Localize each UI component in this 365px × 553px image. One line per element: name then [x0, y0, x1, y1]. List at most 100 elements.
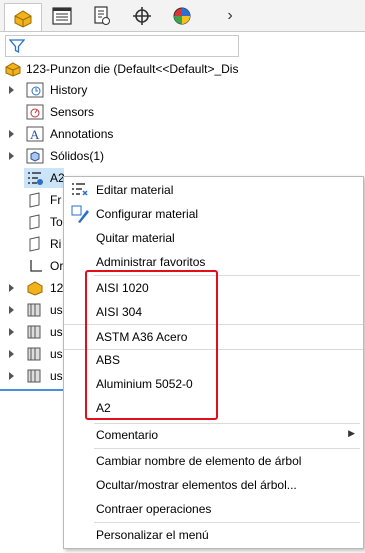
submenu-arrow-icon: ▶	[348, 428, 355, 438]
material-icon	[26, 170, 44, 186]
tree-item-label: Or	[50, 259, 64, 273]
menu-item-label: AISI 304	[96, 305, 143, 319]
menu-item-favorite-aluminium-5052[interactable]: Aluminium 5052-0	[64, 372, 363, 396]
menu-item-label: Quitar material	[96, 231, 175, 245]
expand-arrow-icon[interactable]	[8, 327, 16, 337]
tree-item-label: Sólidos(1)	[50, 149, 105, 163]
menu-item-label: A2	[96, 401, 111, 415]
menu-item-label: ASTM A36 Acero	[96, 330, 188, 344]
menu-item-remove-material[interactable]: Quitar material	[64, 226, 363, 250]
feature-manager-tab[interactable]	[4, 3, 42, 31]
cut-feature-icon	[26, 368, 44, 384]
menu-item-favorite-aisi-304[interactable]: AISI 304	[64, 300, 363, 324]
menu-item-manage-favorites[interactable]: Administrar favoritos	[64, 250, 363, 274]
solid-bodies-icon	[26, 148, 44, 164]
tree-item-material[interactable]: A2	[0, 168, 65, 188]
tree-item-annotations[interactable]: A Annotations	[0, 124, 245, 144]
menu-item-favorite-a2[interactable]: A2	[64, 396, 363, 420]
filter-icon	[9, 39, 25, 54]
plane-icon	[26, 192, 44, 208]
tree-item-right-plane[interactable]: Ri	[0, 234, 64, 254]
menu-item-rename-tree-item[interactable]: Cambiar nombre de elemento de árbol	[64, 449, 363, 473]
tree-item-label: us	[50, 369, 63, 383]
menu-item-label: Comentario	[96, 428, 159, 442]
menu-item-configure-material[interactable]: Configurar material	[64, 202, 363, 226]
expand-arrow-icon[interactable]	[8, 305, 16, 315]
menu-item-favorite-abs[interactable]: ABS	[64, 348, 363, 372]
menu-item-label: AISI 1020	[96, 281, 149, 295]
plane-icon	[26, 214, 44, 230]
display-manager-icon	[173, 7, 191, 25]
manager-tab-bar: ›	[0, 0, 365, 32]
menu-item-label: Ocultar/mostrar elementos del árbol...	[96, 478, 297, 492]
menu-item-label: Personalizar el menú	[96, 528, 209, 542]
menu-item-label: Contraer operaciones	[96, 502, 212, 516]
part-icon	[4, 61, 22, 77]
tree-item-label: us	[50, 347, 63, 361]
material-list-icon	[72, 183, 88, 196]
tree-root-label: 123-Punzon die (Default<<Default>_Dis	[26, 62, 239, 76]
display-manager-tab[interactable]	[164, 3, 200, 29]
menu-item-label: Editar material	[96, 183, 174, 197]
menu-item-hide-show-tree-items[interactable]: Ocultar/mostrar elementos del árbol...	[64, 473, 363, 497]
menu-item-edit-material[interactable]: Editar material	[64, 178, 363, 202]
property-manager-icon	[52, 7, 72, 25]
tree-item-front-plane[interactable]: Fr	[0, 190, 64, 210]
tree-item-cut-4[interactable]: us	[0, 366, 64, 386]
menu-item-label: Configurar material	[96, 207, 199, 221]
property-manager-tab[interactable]	[44, 3, 80, 29]
expand-arrow-icon[interactable]	[8, 349, 16, 359]
expand-arrow-icon[interactable]	[8, 283, 16, 293]
tree-filter-input[interactable]	[5, 35, 239, 57]
tree-item-origin[interactable]: Or	[0, 256, 64, 276]
cut-feature-icon	[26, 324, 44, 340]
tree-item-label: Annotations	[50, 127, 114, 141]
rollback-bar[interactable]	[0, 389, 64, 391]
sensor-icon	[26, 104, 44, 120]
svg-text:A: A	[30, 127, 40, 142]
tree-item-cut-3[interactable]: us	[0, 344, 64, 364]
feature-icon	[26, 280, 44, 296]
tree-item-label: Sensors	[50, 105, 95, 119]
tree-item-cut-2[interactable]: us	[0, 322, 64, 342]
configuration-manager-tab[interactable]	[84, 3, 120, 29]
tree-item-label: To	[50, 215, 63, 229]
tabs-scroll-right-button[interactable]: ›	[220, 3, 240, 29]
menu-item-favorite-aisi-1020[interactable]: AISI 1020	[64, 276, 363, 300]
menu-item-label: Aluminium 5052-0	[96, 377, 193, 391]
menu-item-collapse-features[interactable]: Contraer operaciones	[64, 497, 363, 521]
tree-item-history[interactable]: History	[0, 80, 245, 100]
tree-root-part[interactable]: 123-Punzon die (Default<<Default>_Dis	[0, 59, 245, 79]
expand-arrow-icon[interactable]	[8, 151, 16, 161]
menu-item-customize-menu[interactable]: Personalizar el menú	[64, 523, 363, 547]
expand-arrow-icon[interactable]	[8, 85, 16, 95]
menu-item-favorite-astm-a36[interactable]: ASTM A36 Acero	[64, 324, 363, 350]
tree-item-label: 12	[50, 281, 64, 295]
tree-item-sensors[interactable]: Sensors	[0, 102, 245, 122]
feature-manager-icon	[14, 9, 32, 28]
tree-item-solid-bodies[interactable]: Sólidos(1)	[0, 146, 245, 166]
history-icon	[26, 82, 44, 98]
menu-item-label: ABS	[96, 353, 121, 367]
cut-feature-icon	[26, 346, 44, 362]
tree-item-label: History	[50, 83, 88, 97]
tree-item-feature[interactable]: 12	[0, 278, 64, 298]
menu-item-label: Administrar favoritos	[96, 255, 206, 269]
cut-feature-icon	[26, 302, 44, 318]
annotations-icon: A	[26, 126, 44, 142]
tree-item-label: us	[50, 303, 63, 317]
tree-item-label: Fr	[50, 193, 62, 207]
tree-item-cut-1[interactable]: us	[0, 300, 64, 320]
configuration-manager-icon	[94, 6, 110, 25]
origin-icon	[26, 258, 44, 274]
tree-item-label: us	[50, 325, 63, 339]
configure-material-icon	[71, 205, 89, 223]
expand-arrow-icon[interactable]	[8, 371, 16, 381]
tree-item-top-plane[interactable]: To	[0, 212, 64, 232]
material-context-menu: Editar material Configurar material Quit…	[63, 176, 364, 549]
menu-item-label: Cambiar nombre de elemento de árbol	[96, 454, 302, 468]
dimxpert-manager-tab[interactable]	[124, 3, 160, 29]
menu-item-comment[interactable]: Comentario ▶	[64, 423, 363, 447]
tree-item-label: Ri	[50, 237, 62, 251]
expand-arrow-icon[interactable]	[8, 129, 16, 139]
